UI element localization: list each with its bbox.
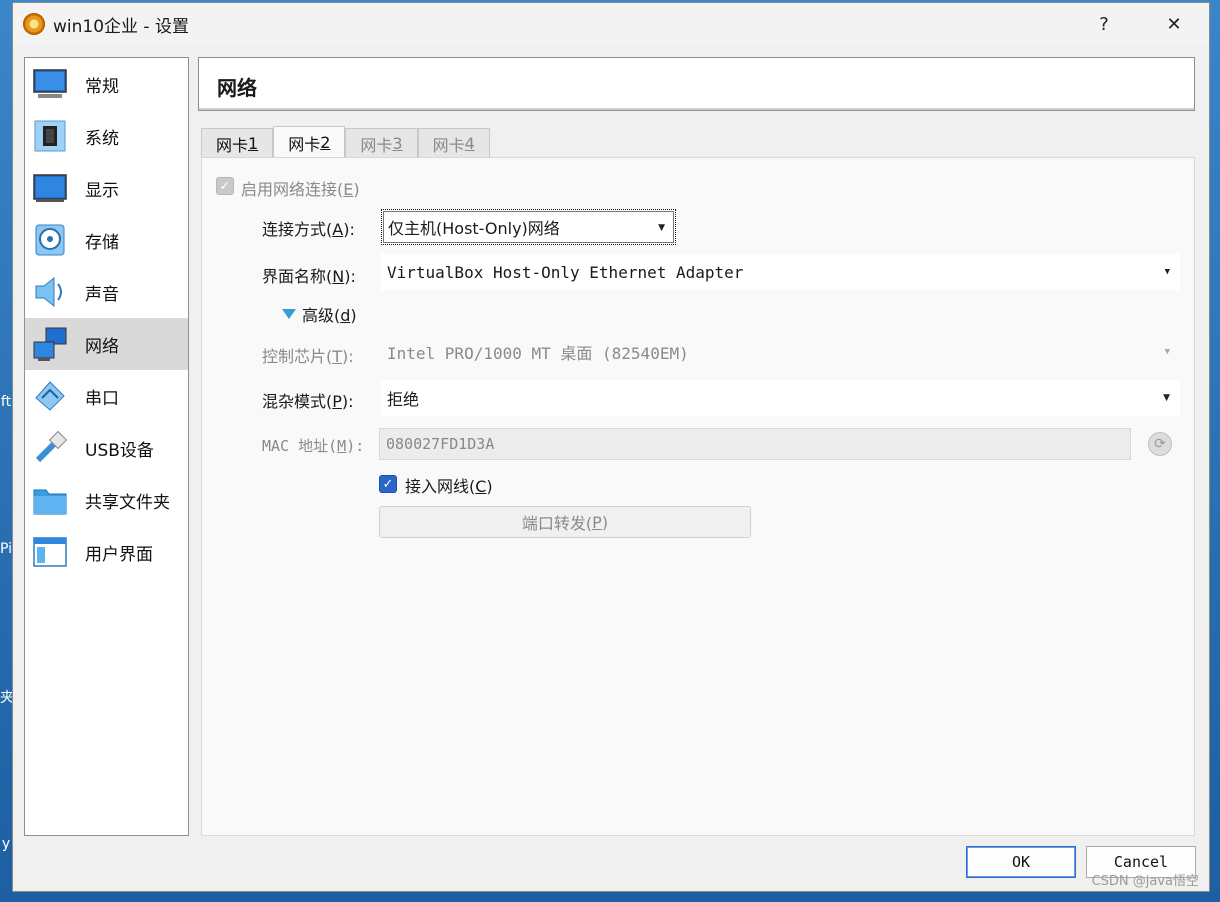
close-button[interactable]: ✕ bbox=[1139, 3, 1209, 45]
adapter-name-label: 界面名称(N): bbox=[262, 267, 356, 286]
settings-panel: 网络 网卡 1 网卡 2 网卡 3 网卡 4 ✓ 启用网络连接(E) 连接方式(… bbox=[198, 57, 1195, 836]
mac-address-input[interactable]: 080027FD1D3A bbox=[379, 428, 1131, 460]
sidebar-item-label: 共享文件夹 bbox=[85, 492, 170, 513]
sidebar-item-display[interactable]: 显示 bbox=[25, 162, 188, 214]
tab-label: 网卡 bbox=[216, 135, 249, 155]
sidebar-item-general[interactable]: 常规 bbox=[25, 58, 188, 110]
sidebar-item-usb[interactable]: USB设备 bbox=[25, 422, 188, 474]
advanced-toggle[interactable]: 高级(d) bbox=[302, 302, 357, 326]
sidebar-item-network[interactable]: 网络 bbox=[25, 318, 188, 370]
adapter-type-select[interactable]: Intel PRO/1000 MT 桌面 (82540EM) ▼ bbox=[381, 334, 1180, 370]
tab-key: 4 bbox=[464, 134, 475, 153]
section-header: 网络 bbox=[198, 57, 1195, 111]
refresh-icon: ⟳ bbox=[1154, 436, 1166, 452]
virtualbox-app-icon bbox=[23, 13, 45, 35]
promiscuous-mode-label: 混杂模式(P): bbox=[262, 392, 354, 411]
sidebar-item-label: 用户界面 bbox=[85, 544, 153, 565]
usb-icon bbox=[32, 430, 68, 466]
port-forwarding-button[interactable]: 端口转发(P) bbox=[379, 506, 751, 538]
sidebar-item-serial-ports[interactable]: 串口 bbox=[25, 370, 188, 422]
sidebar-item-label: 存储 bbox=[85, 232, 119, 253]
mac-address-label: MAC 地址(M): bbox=[262, 437, 365, 455]
desktop-fragment: 夹 bbox=[0, 690, 14, 706]
sidebar-item-label: 声音 bbox=[85, 284, 119, 305]
sidebar-item-audio[interactable]: 声音 bbox=[25, 266, 188, 318]
desktop-fragment: y bbox=[1, 836, 11, 852]
tab-label: 网卡 bbox=[288, 134, 321, 154]
refresh-mac-button[interactable]: ⟳ bbox=[1148, 432, 1172, 456]
tab-key: 3 bbox=[392, 134, 403, 153]
enable-adapter-checkbox[interactable]: ✓ bbox=[216, 177, 234, 195]
window-title: win10企业 - 设置 bbox=[53, 16, 189, 37]
attached-to-label: 连接方式(A): bbox=[262, 220, 355, 239]
watermark-text: CSDN @java悟空 bbox=[1091, 874, 1199, 889]
sidebar-item-user-interface[interactable]: 用户界面 bbox=[25, 526, 188, 578]
adapter-type-label: 控制芯片(T): bbox=[262, 347, 354, 366]
tab-label: 网卡 bbox=[432, 135, 465, 155]
sidebar-item-label: 常规 bbox=[85, 76, 119, 97]
adapter-name-value: VirtualBox Host-Only Ethernet Adapter bbox=[387, 262, 744, 282]
enable-adapter-label: 启用网络连接(E) bbox=[241, 180, 360, 199]
help-button[interactable]: ? bbox=[1069, 3, 1139, 45]
sidebar-item-label: 网络 bbox=[85, 336, 119, 357]
promiscuous-mode-value: 拒绝 bbox=[387, 390, 420, 409]
dropdown-arrow-icon: ▼ bbox=[658, 223, 665, 233]
adapter-name-select[interactable]: VirtualBox Host-Only Ethernet Adapter ▼ bbox=[381, 254, 1180, 290]
speaker-icon bbox=[32, 274, 68, 310]
tab-adapter-1[interactable]: 网卡 1 bbox=[201, 128, 274, 158]
disk-icon bbox=[32, 222, 68, 258]
tab-key: 1 bbox=[248, 134, 259, 153]
adapter-type-value: Intel PRO/1000 MT 桌面 (82540EM) bbox=[387, 344, 689, 363]
tab-adapter-4[interactable]: 网卡 4 bbox=[417, 128, 490, 158]
ui-window-icon bbox=[32, 534, 68, 570]
desktop-fragment: Pi bbox=[0, 541, 13, 557]
settings-sidebar: 常规 系统 显示 存储 声音 网络 串口 USB设备 共享文件夹 用户界面 bbox=[24, 57, 189, 836]
network-icon bbox=[32, 326, 68, 362]
tab-key: 2 bbox=[320, 133, 331, 152]
sidebar-item-label: USB设备 bbox=[85, 440, 154, 461]
sidebar-item-label: 串口 bbox=[85, 388, 119, 409]
dropdown-arrow-icon: ▼ bbox=[1163, 393, 1170, 403]
promiscuous-mode-select[interactable]: 拒绝 ▼ bbox=[381, 380, 1180, 416]
chip-icon bbox=[32, 118, 68, 154]
title-bar[interactable]: win10企业 - 设置 ? ✕ bbox=[13, 3, 1209, 45]
sidebar-item-label: 系统 bbox=[85, 128, 119, 149]
dropdown-arrow-icon: ▼ bbox=[1164, 347, 1170, 357]
display-icon bbox=[32, 170, 68, 206]
page-title: 网络 bbox=[217, 76, 257, 100]
tab-adapter-2[interactable]: 网卡 2 bbox=[273, 126, 346, 158]
adapter-tab-content: ✓ 启用网络连接(E) 连接方式(A): 仅主机(Host-Only)网络 ▼ … bbox=[201, 157, 1195, 836]
sidebar-item-shared-folders[interactable]: 共享文件夹 bbox=[25, 474, 188, 526]
expand-triangle-icon[interactable] bbox=[282, 309, 296, 319]
cable-connected-label: 接入网线(C) bbox=[405, 477, 493, 496]
desktop-fragment: ft bbox=[0, 394, 12, 410]
tab-adapter-3[interactable]: 网卡 3 bbox=[345, 128, 418, 158]
sidebar-item-storage[interactable]: 存储 bbox=[25, 214, 188, 266]
monitor-icon bbox=[32, 66, 68, 102]
serial-port-icon bbox=[32, 378, 68, 414]
sidebar-item-system[interactable]: 系统 bbox=[25, 110, 188, 162]
ok-button[interactable]: OK bbox=[966, 846, 1076, 878]
folder-icon bbox=[32, 482, 68, 518]
attached-to-select[interactable]: 仅主机(Host-Only)网络 ▼ bbox=[381, 209, 676, 245]
tab-label: 网卡 bbox=[360, 135, 393, 155]
adapter-tabs: 网卡 1 网卡 2 网卡 3 网卡 4 bbox=[201, 126, 490, 158]
sidebar-item-label: 显示 bbox=[85, 180, 119, 201]
settings-window: win10企业 - 设置 ? ✕ 常规 系统 显示 存储 声音 网络 串口 US… bbox=[12, 2, 1210, 892]
cable-connected-checkbox[interactable]: ✓ bbox=[379, 475, 397, 493]
attached-to-value: 仅主机(Host-Only)网络 bbox=[388, 219, 560, 238]
dropdown-arrow-icon: ▼ bbox=[1164, 267, 1170, 277]
mac-address-value: 080027FD1D3A bbox=[386, 435, 495, 453]
